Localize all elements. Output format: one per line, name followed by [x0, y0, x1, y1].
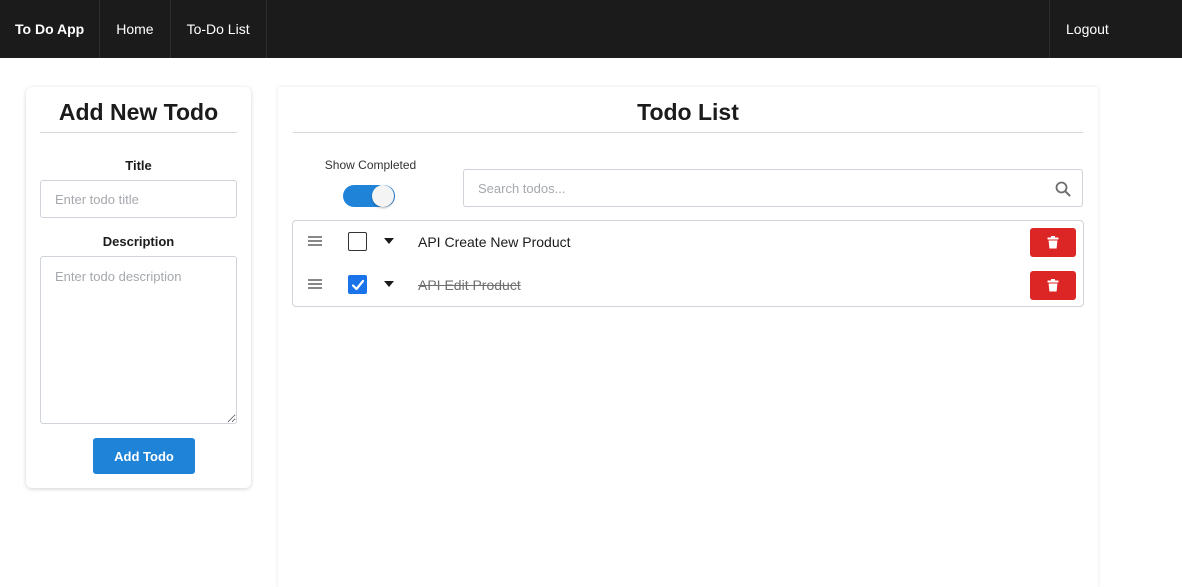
add-todo-heading: Add New Todo [40, 99, 237, 133]
todo-complete-checkbox[interactable] [348, 275, 367, 294]
todo-list-heading: Todo List [293, 99, 1083, 133]
delete-todo-button[interactable] [1030, 271, 1076, 300]
logout-link[interactable]: Logout [1049, 0, 1182, 58]
show-completed-label: Show Completed [324, 158, 417, 172]
todo-description-input[interactable] [40, 256, 237, 424]
nav-brand[interactable]: To Do App [0, 0, 101, 58]
trash-icon [1047, 279, 1059, 292]
add-todo-card: Add New Todo Title Description Add Todo [26, 87, 251, 488]
checkmark-icon [351, 279, 365, 291]
caret-down-icon[interactable] [384, 281, 394, 287]
show-completed-toggle[interactable] [343, 185, 395, 207]
todo-title: API Create New Product [418, 234, 571, 250]
nav-link-home[interactable]: Home [100, 0, 171, 58]
trash-icon [1047, 236, 1059, 249]
navbar: To Do App Home To-Do List Logout [0, 0, 1182, 58]
todo-list-panel: Todo List Show Completed API Create New … [278, 87, 1098, 587]
todo-complete-checkbox[interactable] [348, 232, 367, 251]
todo-row: API Edit Product [293, 264, 1083, 306]
todo-title-input[interactable] [40, 180, 237, 218]
nav-link-todo-list[interactable]: To-Do List [171, 0, 267, 58]
search-box [463, 169, 1083, 207]
search-input[interactable] [464, 170, 1082, 206]
caret-down-icon[interactable] [384, 238, 394, 244]
todo-row: API Create New Product [293, 221, 1083, 263]
title-label: Title [125, 158, 152, 173]
drag-handle-icon[interactable] [308, 278, 322, 290]
drag-handle-icon[interactable] [308, 235, 322, 247]
description-label: Description [102, 234, 175, 249]
todo-items-list: API Create New Product API Edit Product [292, 220, 1084, 307]
search-icon[interactable] [1055, 181, 1071, 197]
toggle-knob [372, 185, 394, 207]
todo-title: API Edit Product [418, 277, 521, 293]
add-todo-button[interactable]: Add Todo [93, 438, 195, 474]
delete-todo-button[interactable] [1030, 228, 1076, 257]
